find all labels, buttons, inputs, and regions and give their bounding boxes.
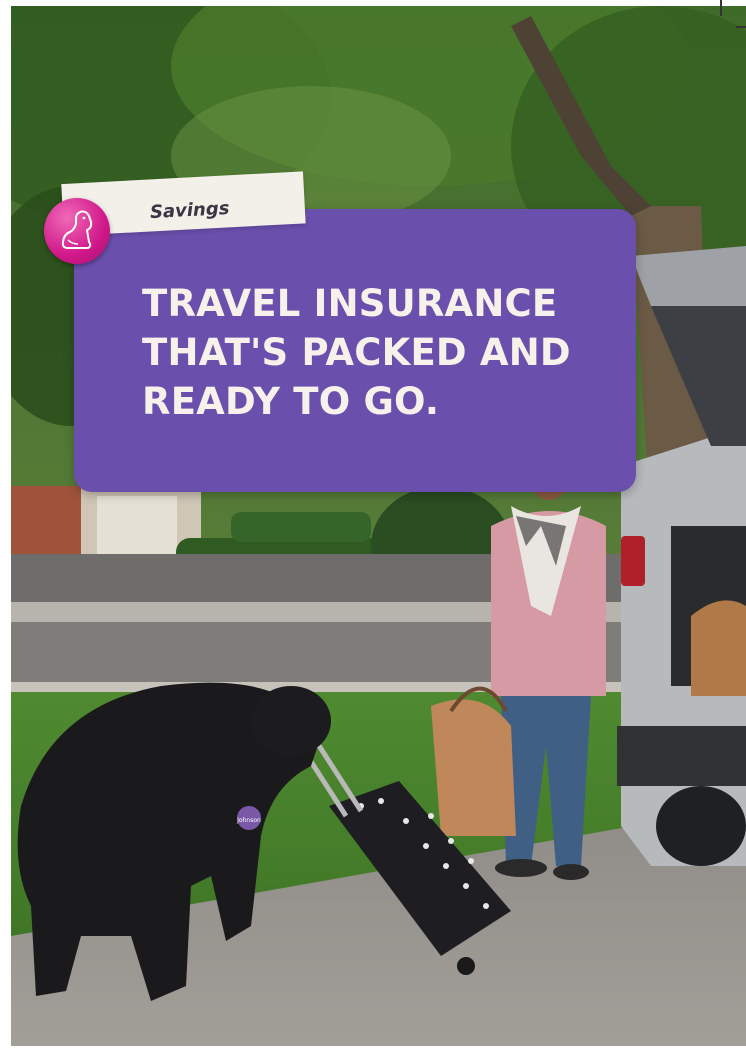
headline-line: THAT'S PACKED AND <box>142 331 571 374</box>
collar-tag-text: Johnson <box>236 817 261 824</box>
crop-mark <box>736 26 746 28</box>
category-badge <box>44 198 110 264</box>
promo-card: TRAVEL INSURANCE THAT'S PACKED AND READY… <box>74 209 636 492</box>
lifestyle-photo: Johnson <box>11 6 746 1046</box>
promo-headline: TRAVEL INSURANCE THAT'S PACKED AND READY… <box>142 279 612 426</box>
category-label: Savings <box>149 197 230 224</box>
dog-icon <box>61 210 93 249</box>
photo-scene: Johnson <box>11 6 746 1046</box>
headline-line: TRAVEL INSURANCE <box>142 282 558 325</box>
headline-line: READY TO GO. <box>142 380 440 423</box>
crop-mark <box>720 0 722 16</box>
